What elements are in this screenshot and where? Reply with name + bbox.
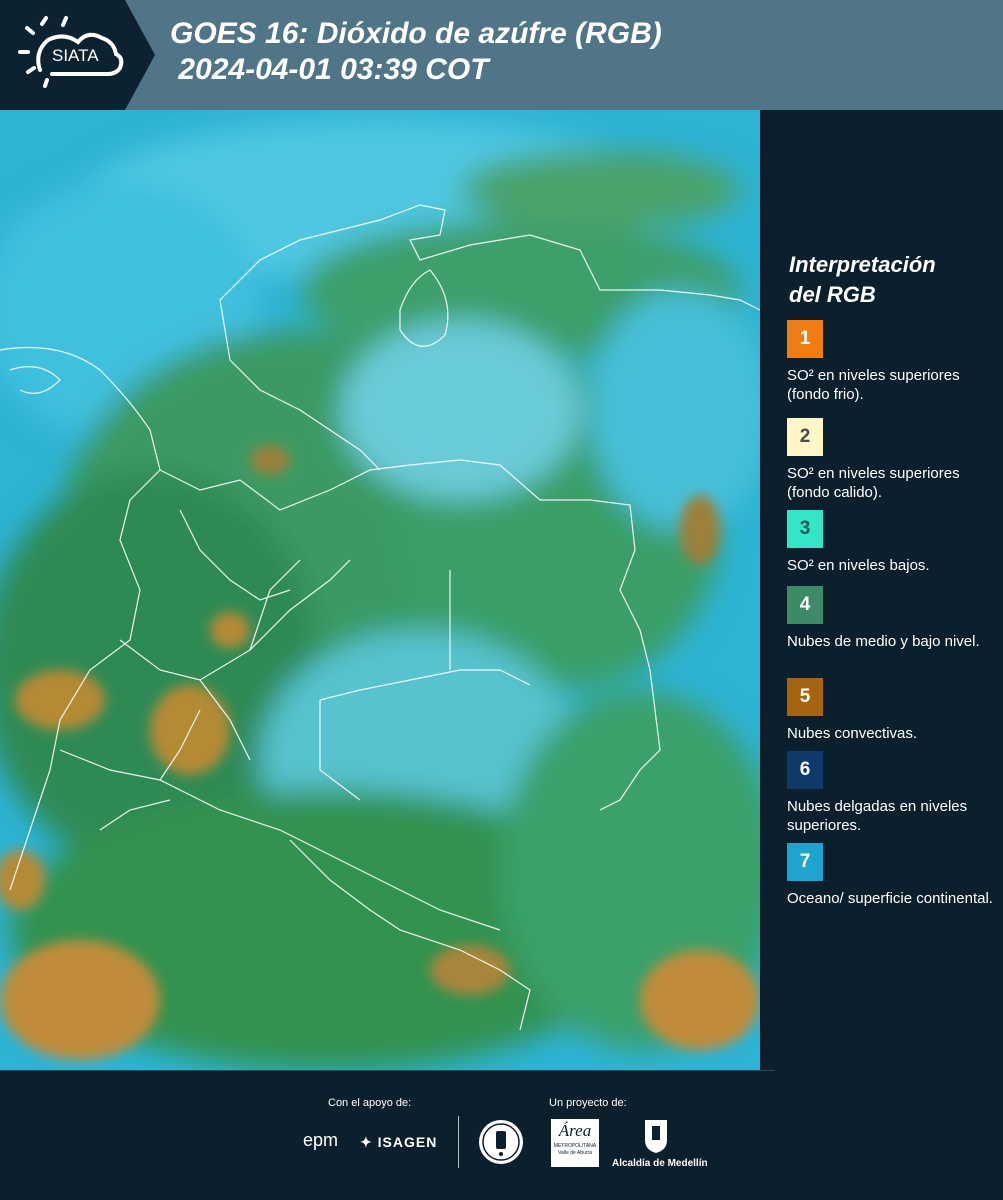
legend-label: SO² en niveles bajos. bbox=[787, 557, 930, 574]
legend-swatch: 7 bbox=[787, 843, 823, 881]
alcaldia-logo-text: Alcaldía de Medellín bbox=[612, 1158, 708, 1169]
header-bar: SIATA GOES 16: Dióxido de azúfre (RGB) 2… bbox=[0, 0, 1003, 110]
siata-logo: SIATA bbox=[0, 0, 155, 110]
legend-number: 2 bbox=[799, 426, 811, 447]
legend-swatch: 4 bbox=[787, 586, 823, 624]
epm-logo-text: epm bbox=[303, 1130, 339, 1150]
legend-swatch: 5 bbox=[787, 678, 823, 716]
footer-divider bbox=[0, 1070, 775, 1071]
footer-separator bbox=[458, 1116, 459, 1168]
legend-swatch: 6 bbox=[787, 751, 823, 789]
legend-item-3: 3 SO² en niveles bajos. bbox=[787, 510, 997, 575]
isagen-logo: ✦ ISAGEN bbox=[360, 1134, 437, 1151]
page-title: GOES 16: Dióxido de azúfre (RGB) 2024-04… bbox=[170, 16, 662, 88]
legend-label: Nubes delgadas en niveles superiores. bbox=[787, 798, 968, 834]
legend-item-5: 5 Nubes convectivas. bbox=[787, 678, 997, 743]
legend-title-line2: del RGB bbox=[789, 282, 876, 307]
project-label: Un proyecto de: bbox=[549, 1097, 627, 1109]
isagen-mark-icon: ✦ bbox=[360, 1134, 378, 1150]
legend-swatch: 3 bbox=[787, 510, 823, 548]
legend-panel: Interpretación del RGB 1 SO² en niveles … bbox=[760, 110, 1003, 1070]
legend-swatch: 1 bbox=[787, 320, 823, 358]
footer: Con el apoyo de: Un proyecto de: epm ✦ I… bbox=[0, 1070, 1003, 1200]
legend-label: Nubes convectivas. bbox=[787, 725, 918, 742]
legend-title-line1: Interpretación bbox=[789, 252, 936, 277]
satellite-map bbox=[0, 110, 760, 1070]
legend-label: SO² en niveles superiores (fondo calido)… bbox=[787, 465, 960, 501]
epm-logo: epm bbox=[303, 1130, 338, 1151]
legend-label: SO² en niveles superiores (fondo frio). bbox=[787, 367, 960, 403]
area-logo-caption: Valle de Aburrá bbox=[558, 1150, 592, 1156]
isagen-logo-text: ISAGEN bbox=[377, 1134, 438, 1150]
legend-number: 3 bbox=[799, 518, 811, 539]
legend-number: 1 bbox=[799, 328, 811, 349]
title-product: GOES 16: Dióxido de azúfre (RGB) bbox=[170, 17, 662, 50]
legend-number: 4 bbox=[799, 594, 811, 615]
legend-number: 6 bbox=[799, 759, 811, 780]
legend-label: Oceano/ superficie continental. bbox=[787, 890, 993, 907]
support-label: Con el apoyo de: bbox=[328, 1097, 412, 1109]
seal-icon bbox=[477, 1118, 525, 1171]
area-logo-text: Área bbox=[558, 1121, 592, 1140]
legend-label: Nubes de medio y bajo nivel. bbox=[787, 633, 980, 650]
legend-item-4: 4 Nubes de medio y bajo nivel. bbox=[787, 586, 997, 651]
area-metropolitana-logo: Área METROPOLITANA Valle de Aburrá bbox=[551, 1119, 599, 1167]
alcaldia-shield-icon bbox=[643, 1118, 669, 1159]
legend-item-1: 1 SO² en niveles superiores (fondo frio)… bbox=[787, 320, 997, 404]
legend-number: 5 bbox=[799, 686, 811, 707]
legend-item-6: 6 Nubes delgadas en niveles superiores. bbox=[787, 751, 997, 835]
title-datetime: 2024-04-01 03:39 COT bbox=[170, 53, 489, 86]
legend-number: 7 bbox=[799, 851, 811, 872]
legend-item-2: 2 SO² en niveles superiores (fondo calid… bbox=[787, 418, 997, 502]
legend-item-7: 7 Oceano/ superficie continental. bbox=[787, 843, 997, 908]
legend-title: Interpretación del RGB bbox=[789, 250, 936, 310]
area-logo-subtitle: METROPOLITANA bbox=[553, 1143, 597, 1149]
legend-swatch: 2 bbox=[787, 418, 823, 456]
svg-text:SIATA: SIATA bbox=[52, 46, 99, 65]
